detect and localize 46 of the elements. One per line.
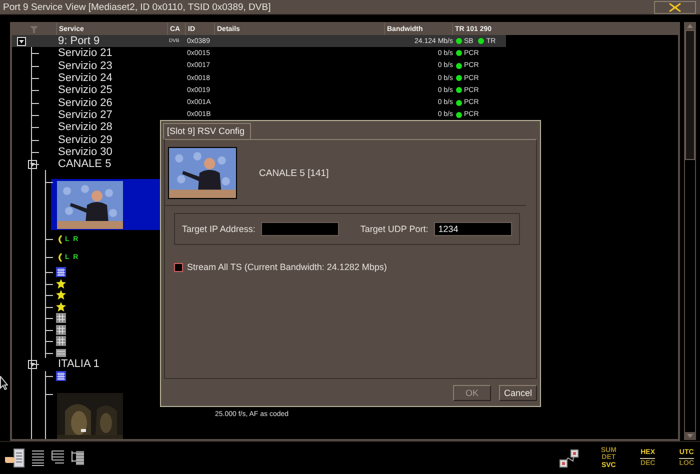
- hand-document-icon: [5, 448, 25, 468]
- checkbox[interactable]: [174, 262, 183, 272]
- checkbox-label: Stream All TS (Current Bandwidth: 24.1282 Mbps): [187, 262, 387, 272]
- status-dot: [456, 87, 462, 94]
- close-button[interactable]: [654, 0, 696, 14]
- status-dot: [456, 75, 462, 82]
- input-field[interactable]: 1234: [434, 222, 512, 236]
- view-button[interactable]: [5, 448, 25, 468]
- tree-item[interactable]: Servizio 24: [56, 72, 114, 84]
- tree-item[interactable]: Servizio 26: [56, 96, 114, 109]
- input-field[interactable]: [261, 222, 340, 236]
- tree-item[interactable]: Servizio 28: [56, 121, 114, 134]
- network-button[interactable]: [558, 448, 579, 468]
- list-view-button[interactable]: [31, 450, 45, 466]
- tree-view-button[interactable]: [51, 450, 65, 466]
- tree-list-icon: [51, 450, 65, 466]
- dialog-button[interactable]: Cancel: [498, 384, 537, 400]
- scrollbar[interactable]: [684, 22, 696, 440]
- tree-item[interactable]: ITALIA 1: [56, 358, 102, 370]
- status-dot: [456, 50, 462, 56]
- status-dot: [456, 62, 462, 69]
- status-dot: [478, 38, 484, 44]
- window-title: Port 9 Service View [Mediaset2, ID 0x0110, TSID 0x0389, DVB]: [2, 2, 271, 12]
- field-label: Target UDP Port:: [360, 224, 428, 234]
- tab[interactable]: [Slot 9] RSV Config: [163, 123, 251, 139]
- field-label: Target IP Address:: [182, 224, 256, 234]
- tree-item[interactable]: Servizio 21: [56, 47, 114, 60]
- close-icon: [669, 2, 681, 12]
- tree-item[interactable]: Servizio 29: [56, 134, 114, 146]
- status-dot: [456, 38, 462, 44]
- tree-item[interactable]: Servizio 27: [56, 108, 114, 121]
- list-icon: [31, 450, 45, 466]
- table-view-button[interactable]: [71, 450, 85, 466]
- status-dot: [456, 100, 462, 106]
- cursor-icon: [0, 376, 8, 390]
- tree-item[interactable]: Servizio 25: [56, 84, 114, 96]
- tree-item[interactable]: CANALE 5: [56, 158, 114, 170]
- expander-icon[interactable]: [17, 36, 26, 46]
- tree-item[interactable]: 9: Port 9: [56, 35, 102, 48]
- tree-item[interactable]: Servizio 23: [56, 60, 114, 72]
- scroll-thumb[interactable]: [685, 30, 695, 160]
- table-list-icon: [71, 450, 85, 466]
- tree-item[interactable]: Servizio 30: [56, 146, 114, 158]
- status-dot: [456, 112, 462, 118]
- service-name: CANALE 5 [141]: [259, 168, 329, 178]
- network-icon: [558, 448, 579, 468]
